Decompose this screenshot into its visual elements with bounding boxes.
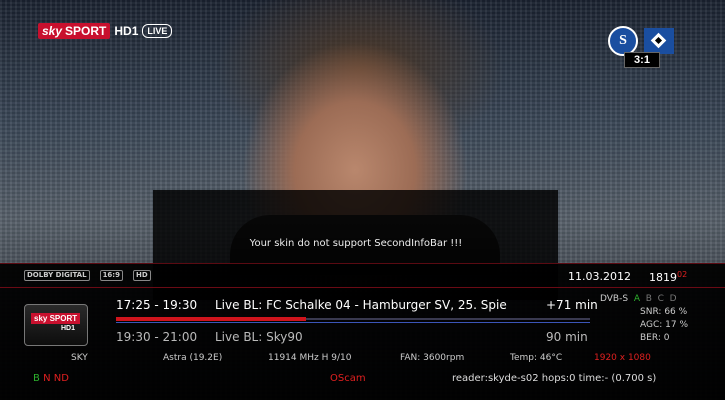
resolution: 1920 x 1080: [594, 353, 651, 363]
cas-nd: ND: [53, 373, 69, 384]
cas-indicators: B N ND: [33, 373, 69, 384]
format-icons: DOLBY DIGITAL 16:9 HD: [24, 270, 151, 281]
separator-line: [0, 287, 725, 288]
agc-value: AGC: 17 %: [640, 320, 689, 330]
dvb-label: DVB-S: [600, 294, 629, 304]
satellite: Astra (19.2E): [163, 353, 223, 363]
sky-logo-text: sky: [42, 24, 63, 38]
cam-name: OScam: [330, 373, 366, 384]
now-remaining: +71 min: [546, 298, 598, 312]
next-time: 19:30 - 21:00: [116, 330, 198, 344]
picon-sky-label: sky SPORT: [31, 313, 81, 324]
next-duration: 90 min: [546, 330, 588, 344]
date: 11.03.2012: [568, 270, 631, 283]
hd-logo-text: HD1: [114, 24, 139, 38]
channel-picon: sky SPORT HD1: [24, 304, 88, 346]
picon-hd-label: HD1: [61, 325, 76, 332]
infobar-top-border: [0, 263, 725, 264]
aspect-ratio-icon: 16:9: [99, 270, 123, 281]
message-text: Your skin do not support SecondInfoBar !…: [249, 238, 463, 249]
live-badge: LIVE: [142, 24, 173, 38]
next-title: Live BL: Sky90: [215, 330, 303, 344]
temperature: Temp: 46°C: [510, 353, 563, 363]
channel-logo: sky SPORT HD1 LIVE: [38, 22, 173, 40]
reader-info: reader:skyde-s02 hops:0 time:- (0.700 s): [452, 373, 657, 384]
tuner-d: D: [669, 294, 677, 304]
tuner-c: C: [657, 294, 664, 304]
clock: 181902: [649, 270, 687, 284]
now-title: Live BL: FC Schalke 04 - Hamburger SV, 2…: [215, 298, 507, 312]
score-value: 3:1: [624, 52, 660, 68]
signal-type: DVB-S A B C D: [600, 294, 677, 304]
event-divider: [116, 322, 590, 323]
fan-speed: FAN: 3600rpm: [400, 353, 465, 363]
provider: SKY: [71, 353, 88, 363]
snr-value: SNR: 66 %: [640, 307, 688, 317]
tuner-b: B: [645, 294, 652, 304]
sky-sport-logo: sky SPORT: [38, 23, 111, 39]
clock-seconds: 02: [677, 270, 688, 279]
event-progress-fill: [116, 317, 306, 321]
cas-b: B: [33, 373, 40, 384]
now-time: 17:25 - 19:30: [116, 298, 198, 312]
dolby-digital-icon: DOLBY DIGITAL: [24, 270, 90, 281]
cas-n: N: [43, 373, 51, 384]
event-progress-bar: [116, 317, 590, 321]
ber-value: BER: 0: [640, 333, 670, 343]
frequency: 11914 MHz H 9/10: [268, 353, 352, 363]
hd-icon: HD: [132, 270, 151, 281]
clock-time: 1819: [649, 271, 677, 284]
hsv-crest-icon: [644, 28, 674, 54]
tuner-a: A: [633, 294, 640, 304]
score-bug: S 3:1: [606, 24, 676, 68]
sport-logo-text: SPORT: [65, 24, 107, 38]
